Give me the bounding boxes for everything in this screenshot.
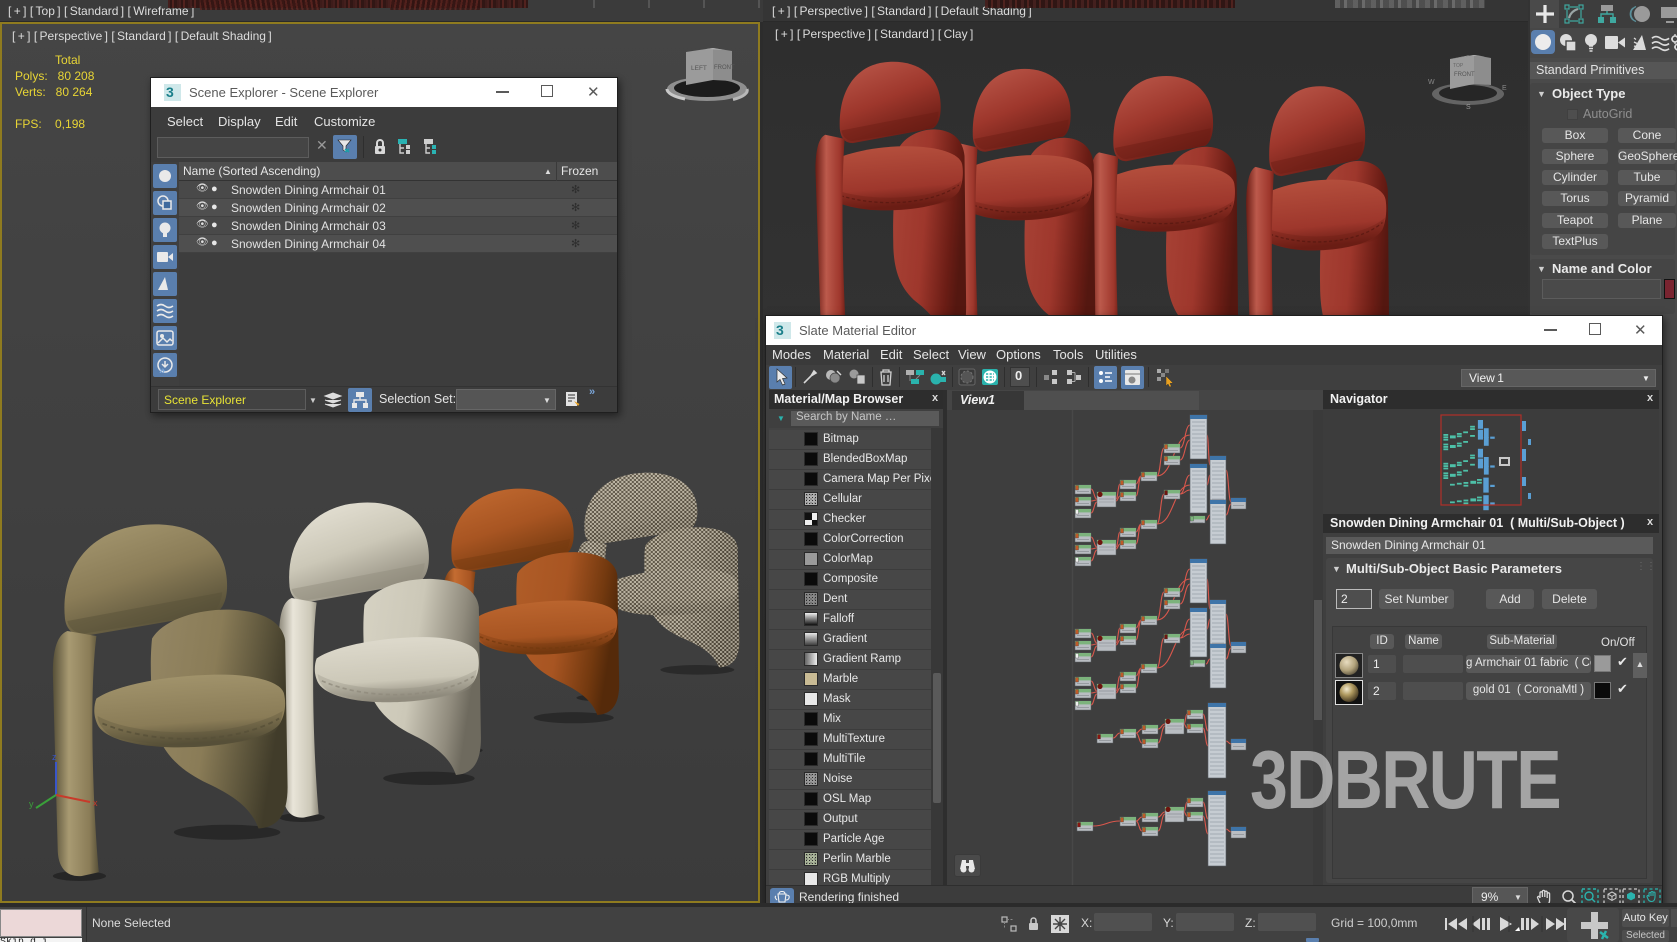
- svg-text:W: W: [1428, 79, 1435, 86]
- svg-text:x: x: [93, 798, 98, 808]
- svg-text:y: y: [29, 799, 34, 809]
- svg-text:FRONT: FRONT: [1454, 72, 1475, 78]
- svg-text:FRONT: FRONT: [714, 65, 735, 71]
- svg-text:LEFT: LEFT: [691, 65, 707, 72]
- svg-text:TOP: TOP: [1453, 63, 1464, 69]
- svg-text:z: z: [52, 752, 57, 762]
- svg-text:S: S: [1466, 104, 1471, 110]
- svg-text:E: E: [1502, 85, 1507, 92]
